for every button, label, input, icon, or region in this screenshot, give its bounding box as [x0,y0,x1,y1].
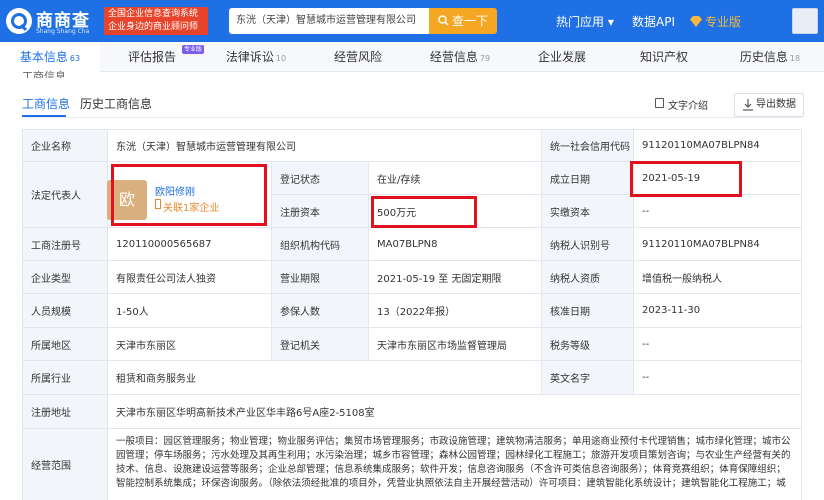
taxpayer-id: 91120110MA07BLPN84 [634,228,801,260]
tab-label: 法律诉讼 [225,50,274,64]
label-company-name: 企业名称 [23,130,107,161]
tab-label: 企业发展 [537,50,586,64]
label-region: 所属地区 [23,328,107,360]
org-code: MA07BLPN8 [369,228,541,260]
label-tax-grade: 税务等级 [542,328,633,360]
diamond-icon [690,16,702,27]
tab-assessment-report[interactable]: 评估报告 专业版 [100,42,205,72]
subtab-business-info[interactable]: 工商信息 [22,95,70,112]
label-found-date: 成立日期 [542,162,633,194]
tab-label: 经营风险 [333,50,382,64]
tab-business-info[interactable]: 经营信息 79 [408,42,512,72]
label-status: 登记状态 [272,162,368,194]
tab-count: 18 [789,54,801,63]
logo[interactable]: 商商查 Shang Shang Cha [6,6,98,36]
capital: 500万元 [369,195,541,227]
business-term: 2021-05-19 至 无固定期限 [369,261,541,293]
region: 天津市东丽区 [108,328,271,360]
label-insured: 参保人数 [272,294,368,327]
legal-rep-name-link[interactable]: 欧阳修刚 [155,183,195,198]
user-avatar[interactable] [792,8,818,34]
label-scope: 经营范围 [23,429,107,500]
taxpayer-qual: 增值税一般纳税人 [634,261,801,293]
legal-rep-avatar: 欧 [107,180,147,220]
label-industry: 所属行业 [23,361,107,394]
label-credit-code: 统一社会信用代码 [542,130,633,161]
text-intro-label: 文字介绍 [668,101,708,112]
staff-size: 1-50人 [108,294,271,327]
status: 在业/存续 [369,162,541,194]
nav-hot-apps[interactable]: 热门应用 ▾ [556,13,614,30]
insured-count: 13（2022年报） [369,294,541,327]
registration-authority: 天津市东丽区市场监督管理局 [369,328,541,360]
building-icon [155,199,161,209]
label-org-code: 组织机构代码 [272,228,368,260]
label-type: 企业类型 [23,261,107,293]
text-intro-button[interactable]: 文字介绍 [655,97,708,112]
document-icon [655,98,664,108]
tab-business-risk[interactable]: 经营风险 [308,42,408,72]
tab-label: 评估报告 [127,50,176,64]
nav-pro-label: 专业版 [705,15,742,29]
subtab-history-business-info[interactable]: 历史工商信息 [80,95,152,112]
search-icon [438,15,449,26]
label-reg-no: 工商注册号 [23,228,107,260]
tab-legal-litigation[interactable]: 法律诉讼 10 [204,42,308,72]
industry: 租赁和商务服务业 [108,361,541,394]
export-data-button[interactable]: 导出数据 [734,93,804,117]
top-bar: 商商查 Shang Shang Cha 全国企业信息查询系统 企业身边的商业顾问… [0,0,824,42]
tax-grade: -- [634,328,801,360]
search-button[interactable]: 查一下 [429,8,497,34]
label-address: 注册地址 [23,395,107,428]
label-staff: 人员规模 [23,294,107,327]
tab-label: 基本信息 [19,50,68,64]
logo-icon [6,8,32,34]
tab-label: 经营信息 [429,50,478,64]
label-taxpayer-qual: 纳税人资质 [542,261,633,293]
tab-enterprise-development[interactable]: 企业发展 [512,42,612,72]
slogan-line-2: 企业身边的商业顾问师 [108,22,199,32]
approve-date: 2023-11-30 [634,294,801,327]
label-en-name: 英文名字 [542,361,633,394]
label-approve-date: 核准日期 [542,294,633,327]
company-name: 东洸（天津）智慧城市运营管理有限公司 [108,130,541,161]
label-taxpayer-id: 纳税人识别号 [542,228,633,260]
tab-intellectual-property[interactable]: 知识产权 [612,42,716,72]
download-icon [743,99,753,111]
section-title: 工商信息 [22,70,66,78]
logo-subtext: Shang Shang Cha [36,28,90,35]
legal-rep-related-link[interactable]: 关联1家企业 [163,199,219,214]
export-data-label: 导出数据 [756,99,796,110]
company-tabs: 基本信息 63 评估报告 专业版 法律诉讼 10 经营风险 经营信息 79 企业发展 知… [0,42,824,72]
label-legal-rep: 法定代表人 [23,162,107,227]
pro-badge: 专业版 [182,45,205,54]
tab-label: 历史信息 [739,50,788,64]
credit-code: 91120110MA07BLPN84 [634,130,801,161]
tab-count: 79 [479,54,491,63]
tab-label: 知识产权 [639,50,688,64]
tab-history-info[interactable]: 历史信息 18 [716,42,824,72]
nav-data-api[interactable]: 数据API [632,13,675,30]
company-type: 有限责任公司法人独资 [108,261,271,293]
paid-capital: -- [634,195,801,227]
label-term: 营业期限 [272,261,368,293]
subtab-active-indicator [22,115,66,117]
tab-count: 10 [275,54,287,63]
business-scope: 一般项目：园区管理服务；物业管理；物业服务评估；集贸市场管理服务；市政设施管理；… [108,429,801,500]
registered-address: 天津市东丽区华明高新技术产业区华丰路6号A座2-5108室 [108,395,801,428]
english-name: -- [634,361,801,394]
tab-count: 63 [69,54,81,63]
search-button-label: 查一下 [451,14,488,28]
subtab-divider [22,117,802,118]
found-date: 2021-05-19 [634,162,801,194]
search-input[interactable]: 东洸（天津）智慧城市运营管理有限公司 [229,8,429,34]
nav-pro-version[interactable]: 专业版 [690,13,741,30]
label-paid-capital: 实缴资本 [542,195,633,227]
slogan-line-1: 全国企业信息查询系统 [108,9,199,19]
label-capital: 注册资本 [272,195,368,227]
reg-no: 120110000565687 [108,228,271,260]
slogan-banner: 全国企业信息查询系统 企业身边的商业顾问师 [104,7,208,35]
tab-basic-info[interactable]: 基本信息 63 [0,42,100,72]
label-authority: 登记机关 [272,328,368,360]
